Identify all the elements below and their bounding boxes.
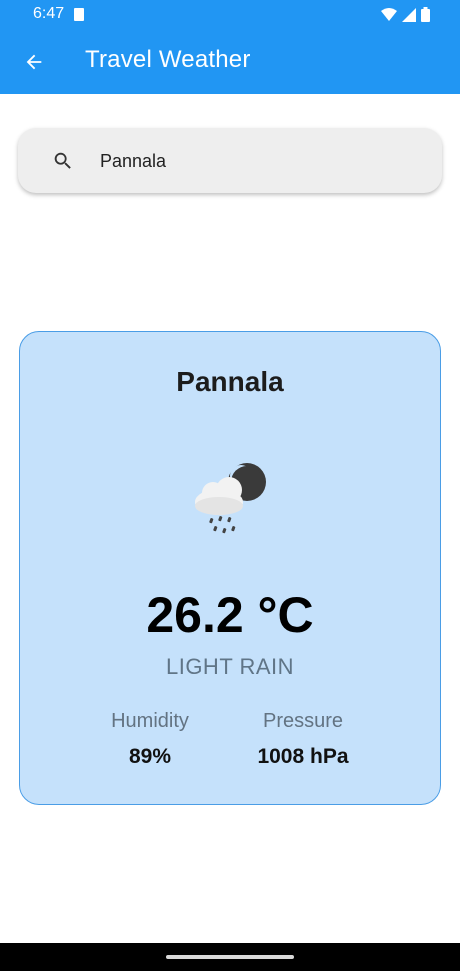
system-nav-bar — [0, 943, 460, 971]
search-icon — [54, 152, 71, 169]
home-gesture-handle[interactable] — [166, 955, 294, 959]
sim-card-icon — [74, 8, 84, 21]
app-bar: Travel Weather — [0, 30, 460, 94]
back-button[interactable] — [18, 46, 50, 78]
weather-condition: LIGHT RAIN — [165, 654, 295, 679]
page-title: Travel Weather — [85, 46, 251, 73]
humidity-stat: Humidity 89% — [70, 710, 230, 769]
arrow-left-icon — [26, 54, 42, 70]
humidity-label: Humidity — [111, 710, 189, 732]
wifi-icon — [381, 7, 397, 21]
city-name: Pannala — [176, 366, 284, 397]
search-input[interactable] — [98, 144, 432, 178]
weather-card: Pannala 26.2 °C LIGHT RAIN Humidity 89% … — [19, 331, 441, 805]
temperature: 26.2 °C — [146, 587, 314, 643]
pressure-label: Pressure — [262, 710, 344, 732]
battery-icon — [421, 7, 430, 22]
search-bar[interactable] — [18, 128, 442, 193]
status-time: 6:47 — [33, 5, 65, 22]
status-icons — [381, 7, 430, 22]
humidity-value: 89% — [128, 745, 172, 768]
pressure-value: 1008 hPa — [257, 745, 349, 768]
pressure-stat: Pressure 1008 hPa — [223, 710, 383, 769]
signal-icon — [402, 7, 416, 22]
rain-cloud-night-icon — [195, 463, 266, 534]
status-bar: 6:47 — [0, 0, 460, 30]
